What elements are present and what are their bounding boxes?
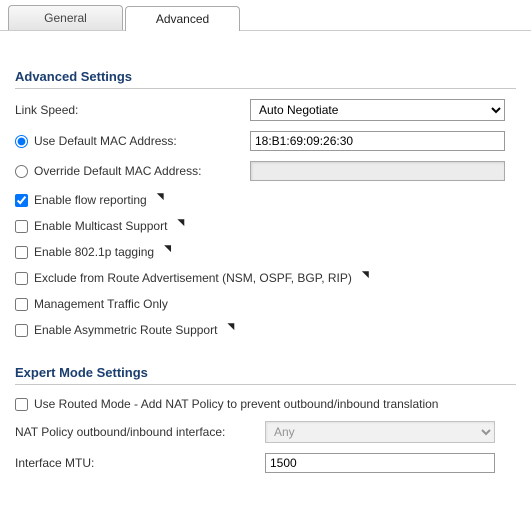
hint-icon: ◥ xyxy=(157,191,164,202)
default-mac-field[interactable] xyxy=(250,131,505,151)
asym-route-label: Enable Asymmetric Route Support xyxy=(34,323,217,337)
routed-mode-label: Use Routed Mode - Add NAT Policy to prev… xyxy=(34,397,438,411)
multicast-checkbox[interactable] xyxy=(15,220,28,233)
exclude-route-checkbox[interactable] xyxy=(15,272,28,285)
mgmt-only-label: Management Traffic Only xyxy=(34,297,168,311)
multicast-label: Enable Multicast Support xyxy=(34,219,167,233)
dot1p-label: Enable 802.1p tagging xyxy=(34,245,154,259)
dot1p-checkbox[interactable] xyxy=(15,246,28,259)
override-mac-field xyxy=(250,161,505,181)
mtu-label: Interface MTU: xyxy=(15,456,94,470)
mgmt-only-checkbox[interactable] xyxy=(15,298,28,311)
nat-policy-select: Any xyxy=(265,421,495,443)
section-advanced-settings: Advanced Settings xyxy=(15,69,516,89)
link-speed-label: Link Speed: xyxy=(15,103,78,117)
use-default-mac-radio[interactable] xyxy=(15,135,28,148)
link-speed-select[interactable]: Auto Negotiate xyxy=(250,99,505,121)
flow-reporting-label: Enable flow reporting xyxy=(34,193,147,207)
override-mac-label: Override Default MAC Address: xyxy=(34,164,201,178)
nat-policy-label: NAT Policy outbound/inbound interface: xyxy=(15,425,225,439)
tab-advanced[interactable]: Advanced xyxy=(125,6,240,31)
hint-icon: ◥ xyxy=(362,269,369,280)
override-mac-radio[interactable] xyxy=(15,165,28,178)
tab-general[interactable]: General xyxy=(8,5,123,30)
mtu-field[interactable] xyxy=(265,453,495,473)
hint-icon: ◥ xyxy=(164,243,171,254)
hint-icon: ◥ xyxy=(227,321,234,332)
tab-bar: General Advanced xyxy=(0,0,531,31)
exclude-route-label: Exclude from Route Advertisement (NSM, O… xyxy=(34,271,352,285)
use-default-mac-label: Use Default MAC Address: xyxy=(34,134,177,148)
hint-icon: ◥ xyxy=(177,217,184,228)
section-expert-settings: Expert Mode Settings xyxy=(15,365,516,385)
asym-route-checkbox[interactable] xyxy=(15,324,28,337)
flow-reporting-checkbox[interactable] xyxy=(15,194,28,207)
routed-mode-checkbox[interactable] xyxy=(15,398,28,411)
